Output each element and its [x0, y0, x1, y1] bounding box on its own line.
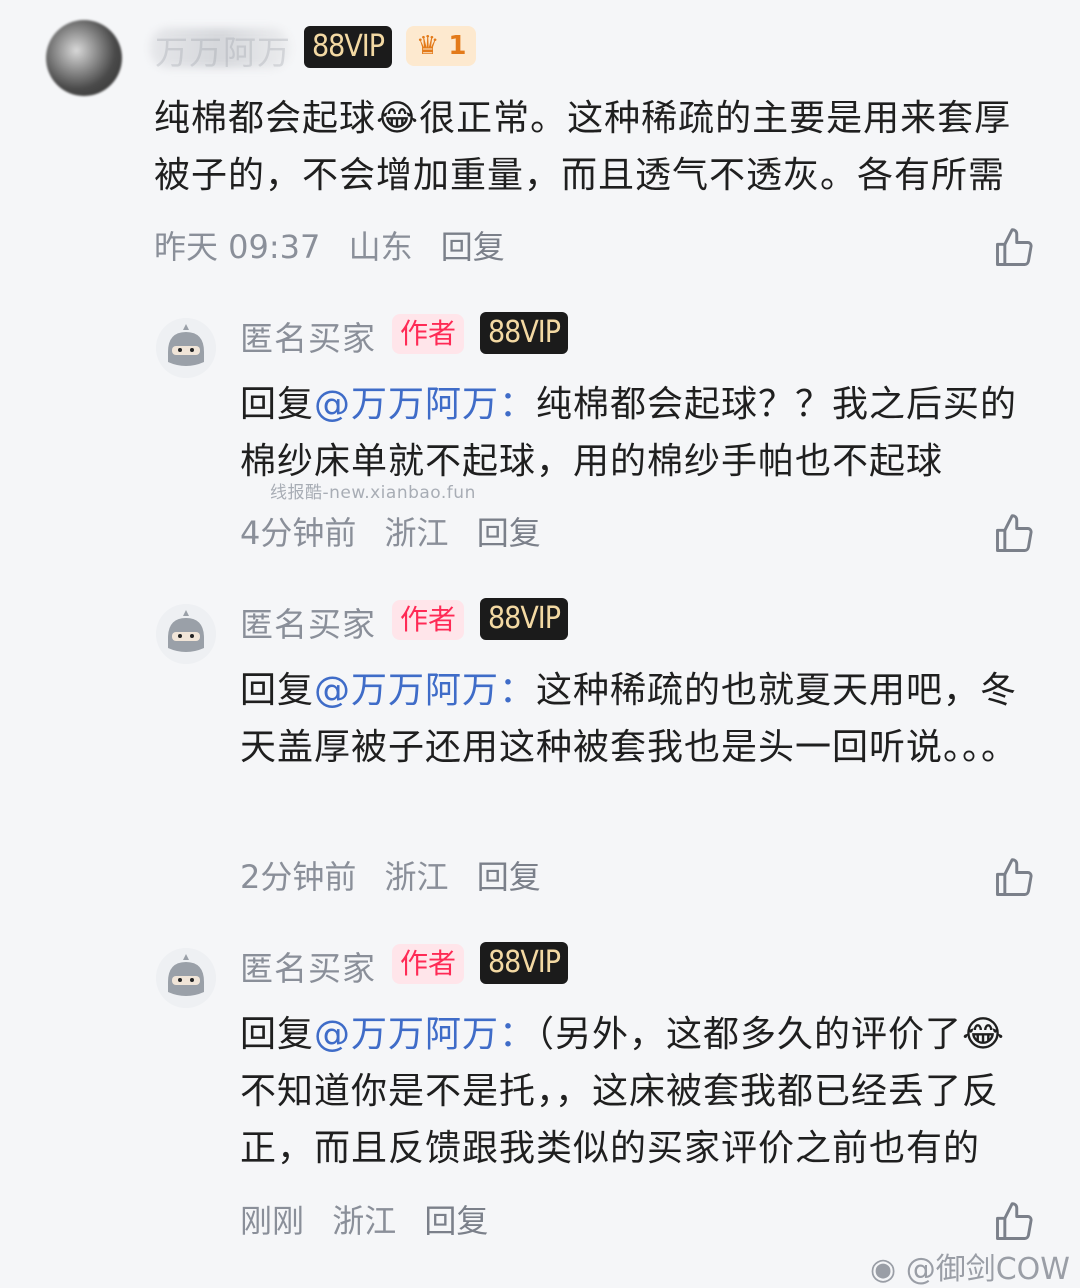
vip-badge: 88VIP: [304, 26, 393, 68]
ninja-avatar-icon[interactable]: [156, 604, 216, 664]
comment-location: 浙江: [332, 1202, 397, 1240]
thumbs-up-icon[interactable]: [992, 856, 1036, 900]
comment-location: 山东: [348, 228, 413, 266]
thumbs-up-icon[interactable]: [992, 1200, 1036, 1244]
reply-prefix: 回复: [240, 384, 315, 425]
comment-time: 昨天 09:37: [154, 228, 321, 266]
site-watermark: 线报酷-new.xianbao.fun: [270, 483, 476, 503]
vip-badge: 88VIP: [480, 942, 569, 984]
vip-badge: 88VIP: [480, 598, 569, 640]
ninja-avatar-icon[interactable]: [156, 318, 216, 378]
author-badge: 作者: [392, 944, 465, 984]
comment-time: 2分钟前: [240, 858, 357, 896]
weibo-watermark: ◉ @御剑COW: [870, 1244, 1070, 1288]
weibo-handle: @御剑COW: [905, 1252, 1070, 1287]
reply-text: 回复@万万阿万：（另外，这都多久的评价了😂不知道你是不是托，，这床被套我都已经丢…: [240, 1006, 1040, 1177]
mention-link[interactable]: @万万阿万：: [314, 384, 536, 425]
reply-button[interactable]: 回复: [441, 228, 505, 266]
thumbs-up-icon[interactable]: [992, 512, 1036, 556]
username[interactable]: 匿名买家: [240, 942, 376, 990]
ninja-avatar-icon[interactable]: [156, 948, 216, 1008]
reply-prefix: 回复: [240, 670, 315, 711]
username[interactable]: 匿名买家: [240, 312, 376, 360]
comment-meta: 2分钟前 浙江 回复: [240, 852, 559, 898]
reply-button[interactable]: 回复: [424, 1202, 488, 1240]
weibo-icon: ◉: [870, 1252, 897, 1287]
reply-button[interactable]: 回复: [477, 858, 541, 896]
vip-badge: 88VIP: [480, 312, 569, 354]
reply-text: 回复@万万阿万：纯棉都会起球？？我之后买的棉纱床单就不起球，用的棉纱手帕也不起球: [240, 376, 1040, 490]
mention-link[interactable]: @万万阿万：: [314, 1014, 536, 1055]
author-badge: 作者: [392, 314, 465, 354]
comment-meta: 4分钟前 浙江 回复: [240, 508, 559, 554]
comment-location: 浙江: [384, 514, 449, 552]
comment-time: 刚刚: [240, 1202, 305, 1240]
comment-text: 纯棉都会起球😂很正常。这种稀疏的主要是用来套厚被子的，不会增加重量，而且透气不透…: [154, 98, 1012, 196]
crown-badge: ♛ 1: [406, 26, 477, 66]
reply-button[interactable]: 回复: [477, 514, 541, 552]
thumbs-up-icon[interactable]: [992, 226, 1036, 270]
reply-text: 回复@万万阿万：这种稀疏的也就夏天用吧，冬天盖厚被子还用这种被套我也是头一回听说…: [240, 662, 1040, 776]
comment-time: 4分钟前: [240, 514, 357, 552]
author-badge: 作者: [392, 600, 465, 640]
crown-count: 1: [448, 31, 467, 61]
comment-meta: 昨天 09:37 山东 回复: [154, 222, 523, 268]
crown-icon: ♛: [416, 31, 440, 61]
user-avatar[interactable]: [46, 20, 122, 96]
comment-location: 浙江: [384, 858, 449, 896]
reply-prefix: 回复: [240, 1014, 315, 1055]
username[interactable]: 万万阿万: [155, 26, 291, 74]
mention-link[interactable]: @万万阿万：: [314, 670, 536, 711]
username[interactable]: 匿名买家: [240, 598, 376, 646]
comment-meta: 刚刚 浙江 回复: [240, 1196, 506, 1242]
